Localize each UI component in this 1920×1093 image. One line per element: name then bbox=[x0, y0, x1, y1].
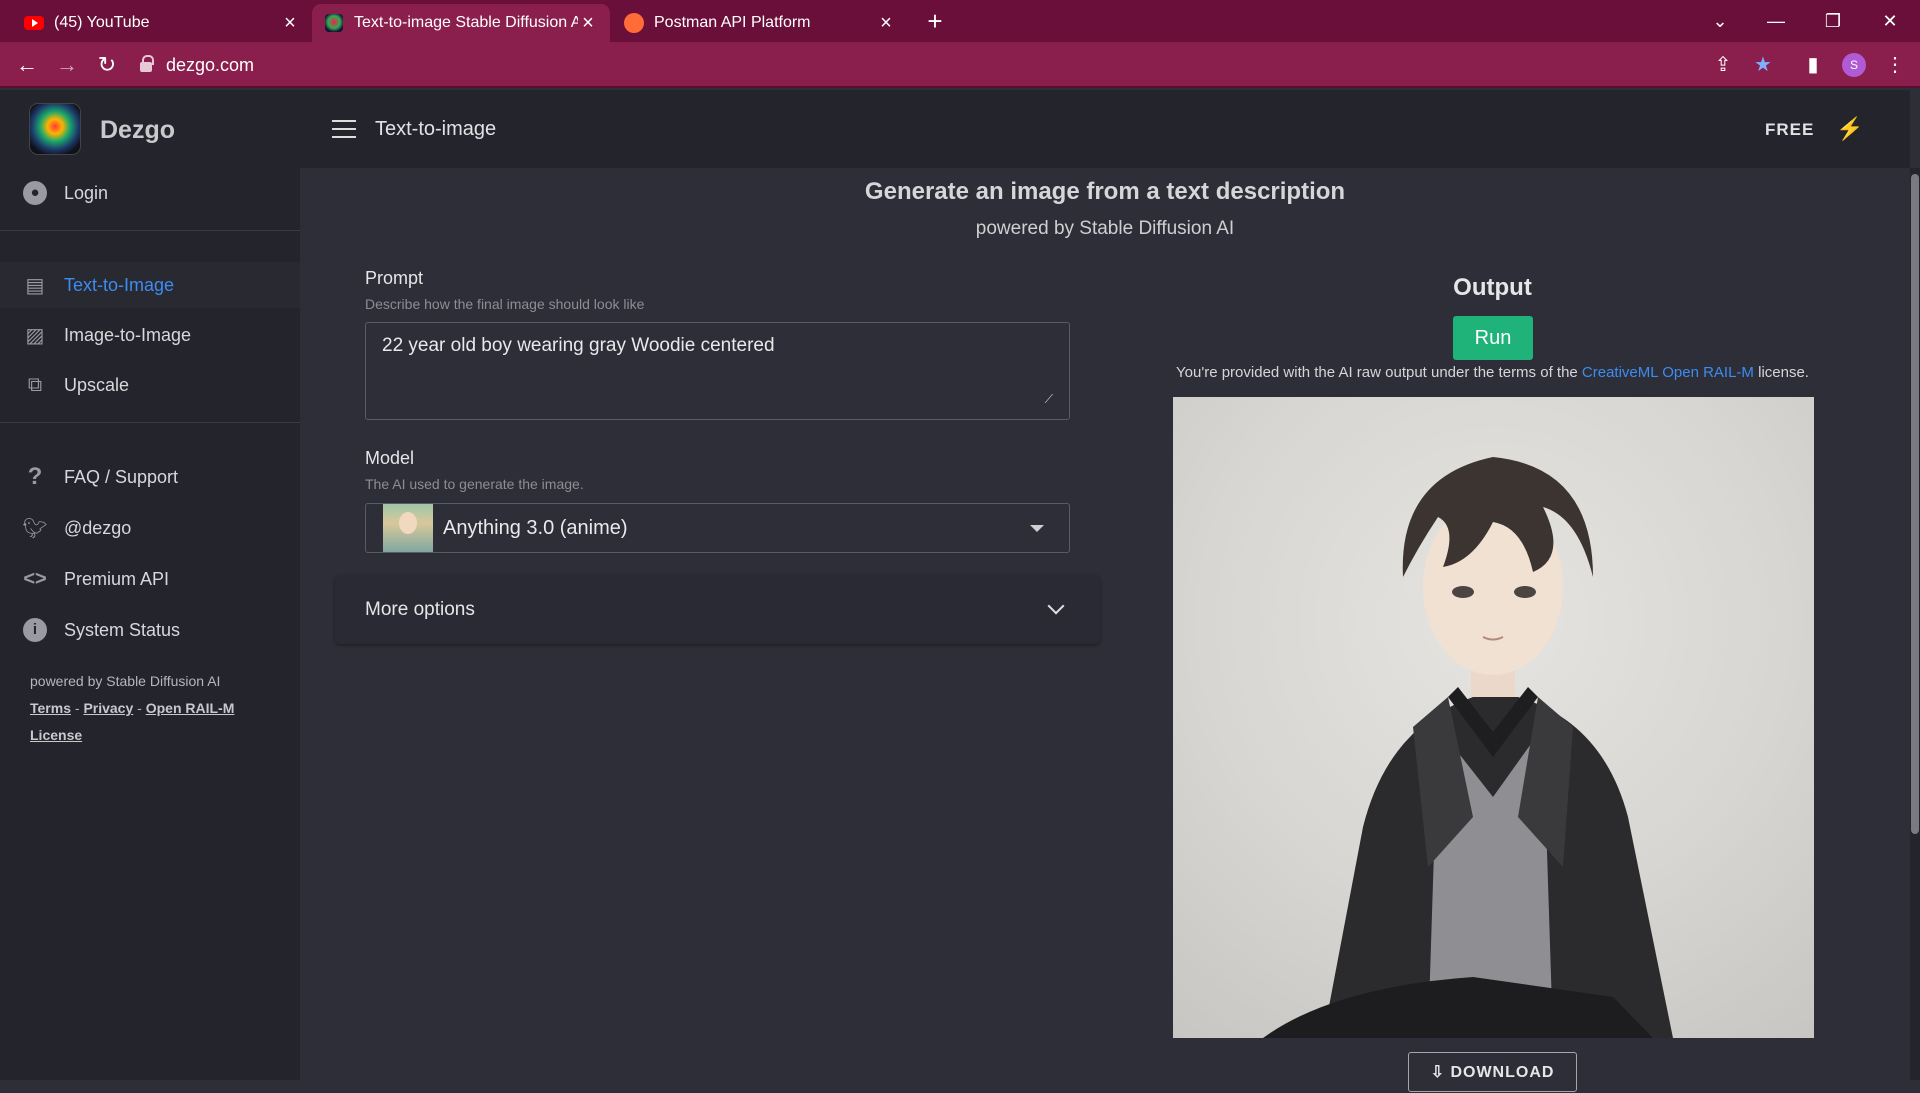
sidebar-divider bbox=[0, 422, 300, 423]
creativeml-license-link[interactable]: CreativeML Open RAIL-M bbox=[1582, 364, 1754, 381]
plan-badge[interactable]: FREE bbox=[1765, 120, 1814, 140]
back-icon[interactable]: ← bbox=[12, 50, 42, 80]
lock-icon bbox=[140, 55, 154, 72]
model-selected-value: Anything 3.0 (anime) bbox=[443, 516, 628, 539]
image-icon: ▨ bbox=[25, 324, 45, 347]
hamburger-menu-icon[interactable] bbox=[332, 120, 356, 138]
close-tab-icon[interactable]: × bbox=[280, 13, 300, 33]
close-tab-icon[interactable]: × bbox=[876, 13, 896, 33]
sidebar-item-twitter[interactable]: 🐦︎ @dezgo bbox=[0, 505, 300, 551]
license-notice-prefix: You're provided with the AI raw output u… bbox=[1176, 364, 1578, 381]
generated-anime-portrait bbox=[1263, 457, 1673, 1038]
sidebar: ● Login ▤ Text-to-Image ▨ Image-to-Image… bbox=[0, 168, 300, 1080]
postman-icon bbox=[624, 13, 644, 33]
license-notice-suffix: license. bbox=[1758, 364, 1809, 381]
output-title: Output bbox=[1453, 274, 1532, 301]
sidebar-item-upscale[interactable]: ⧉ Upscale bbox=[0, 362, 300, 408]
profile-avatar[interactable]: S bbox=[1842, 53, 1866, 77]
main-heading: Generate an image from a text descriptio… bbox=[864, 178, 1346, 205]
dropdown-caret-icon bbox=[1030, 524, 1044, 532]
privacy-link[interactable]: Privacy bbox=[83, 700, 133, 716]
resize-handle-icon[interactable]: ⟋ bbox=[1045, 392, 1053, 407]
chevron-down-icon bbox=[1047, 597, 1065, 615]
upscale-icon: ⧉ bbox=[27, 373, 43, 396]
sidebar-item-login[interactable]: ● Login bbox=[0, 170, 300, 216]
download-button[interactable]: ⇩ DOWNLOAD bbox=[1408, 1052, 1577, 1092]
chat-icon: ▤ bbox=[25, 274, 45, 297]
minimize-icon[interactable]: — bbox=[1756, 6, 1796, 36]
sidebar-item-premium-api[interactable]: <> Premium API bbox=[0, 556, 300, 602]
sidebar-item-label: @dezgo bbox=[64, 517, 132, 538]
more-options-accordion[interactable]: More options bbox=[335, 576, 1100, 644]
prompt-label: Prompt bbox=[365, 268, 424, 288]
tab-title: Text-to-image Stable Diffusion AI bbox=[354, 14, 578, 31]
tab-youtube[interactable]: (45) YouTube × bbox=[12, 4, 312, 42]
prompt-value: 22 year old boy wearing gray Woodie cent… bbox=[382, 335, 775, 356]
reload-icon[interactable]: ↻ bbox=[92, 50, 122, 80]
close-window-icon[interactable]: ✕ bbox=[1870, 6, 1910, 36]
bolt-icon[interactable]: ⚡ bbox=[1836, 116, 1863, 142]
scrollbar-thumb[interactable] bbox=[1911, 174, 1919, 834]
browser-tab-strip: (45) YouTube × Text-to-image Stable Diff… bbox=[0, 0, 1920, 42]
download-icon: ⇩ bbox=[1430, 1064, 1445, 1081]
sidebar-item-label: FAQ / Support bbox=[64, 466, 179, 487]
account-circle-icon: ● bbox=[22, 180, 48, 206]
terms-link[interactable]: Terms bbox=[30, 700, 71, 716]
question-icon: ? bbox=[27, 463, 43, 490]
restore-icon[interactable]: ❐ bbox=[1813, 6, 1853, 36]
prompt-help: Describe how the final image should look… bbox=[365, 296, 645, 312]
sidebar-item-label: Premium API bbox=[64, 568, 170, 589]
page-title: Text-to-image bbox=[375, 118, 497, 140]
run-button[interactable]: Run bbox=[1453, 316, 1533, 360]
sidebar-item-label: Login bbox=[64, 182, 109, 203]
tab-title: Postman API Platform bbox=[654, 14, 811, 31]
tab-title: (45) YouTube bbox=[54, 14, 150, 31]
sidebar-item-faq[interactable]: ? FAQ / Support bbox=[0, 454, 300, 500]
info-icon: i bbox=[22, 617, 48, 643]
sidebar-item-label: Upscale bbox=[64, 374, 130, 395]
url-field[interactable]: dezgo.com bbox=[140, 49, 1780, 81]
bookmark-star-icon[interactable]: ★ bbox=[1748, 50, 1778, 80]
forward-icon[interactable]: → bbox=[52, 50, 82, 80]
sidebar-item-text-to-image[interactable]: ▤ Text-to-Image bbox=[0, 262, 300, 308]
share-icon[interactable]: ⇪ bbox=[1708, 50, 1738, 80]
sidebar-divider bbox=[0, 230, 300, 231]
generated-image[interactable] bbox=[1173, 397, 1814, 1038]
prompt-textarea[interactable]: 22 year old boy wearing gray Woodie cent… bbox=[365, 322, 1070, 420]
app: Dezgo Text-to-image FREE ⚡ ● Login ▤ Tex… bbox=[0, 90, 1920, 1092]
model-help: The AI used to generate the image. bbox=[365, 476, 584, 492]
tab-postman[interactable]: Postman API Platform × bbox=[612, 4, 908, 42]
kebab-menu-icon[interactable]: ⋮ bbox=[1880, 50, 1910, 80]
powered-by-text: powered by Stable Diffusion AI bbox=[30, 673, 221, 689]
model-thumbnail bbox=[383, 504, 433, 552]
sidebar-item-label: Image-to-Image bbox=[64, 324, 192, 345]
sidebar-footer: powered by Stable Diffusion AI Terms - P… bbox=[30, 668, 270, 749]
download-label: DOWNLOAD bbox=[1450, 1064, 1555, 1081]
side-panel-icon[interactable]: ▮ bbox=[1798, 50, 1828, 80]
model-select[interactable]: Anything 3.0 (anime) bbox=[365, 503, 1070, 553]
license-notice: You're provided with the AI raw output u… bbox=[1100, 364, 1885, 381]
code-icon: <> bbox=[23, 567, 47, 590]
brand-name[interactable]: Dezgo bbox=[100, 116, 175, 145]
dezgo-icon bbox=[324, 13, 344, 33]
sidebar-item-image-to-image[interactable]: ▨ Image-to-Image bbox=[0, 312, 300, 358]
more-options-label: More options bbox=[365, 599, 475, 620]
app-topbar: Dezgo Text-to-image FREE ⚡ bbox=[0, 90, 1910, 168]
new-tab-icon[interactable]: + bbox=[920, 6, 950, 36]
youtube-icon bbox=[24, 13, 44, 33]
main-subheading: powered by Stable Diffusion AI bbox=[975, 218, 1235, 239]
dezgo-logo[interactable] bbox=[30, 104, 80, 154]
url-text: dezgo.com bbox=[166, 54, 255, 75]
address-bar: ← → ↻ dezgo.com ⇪ ★ ▮ ⋮ bbox=[0, 42, 1920, 88]
close-tab-icon[interactable]: × bbox=[578, 13, 598, 33]
tab-search-chevron-icon[interactable]: ⌄ bbox=[1700, 6, 1740, 36]
sidebar-item-label: Text-to-Image bbox=[64, 274, 175, 295]
tab-dezgo[interactable]: Text-to-image Stable Diffusion AI × bbox=[312, 4, 610, 42]
sidebar-item-label: System Status bbox=[64, 619, 181, 640]
twitter-icon: 🐦︎ bbox=[22, 517, 48, 540]
sidebar-item-system-status[interactable]: i System Status bbox=[0, 607, 300, 653]
model-label: Model bbox=[365, 448, 415, 468]
